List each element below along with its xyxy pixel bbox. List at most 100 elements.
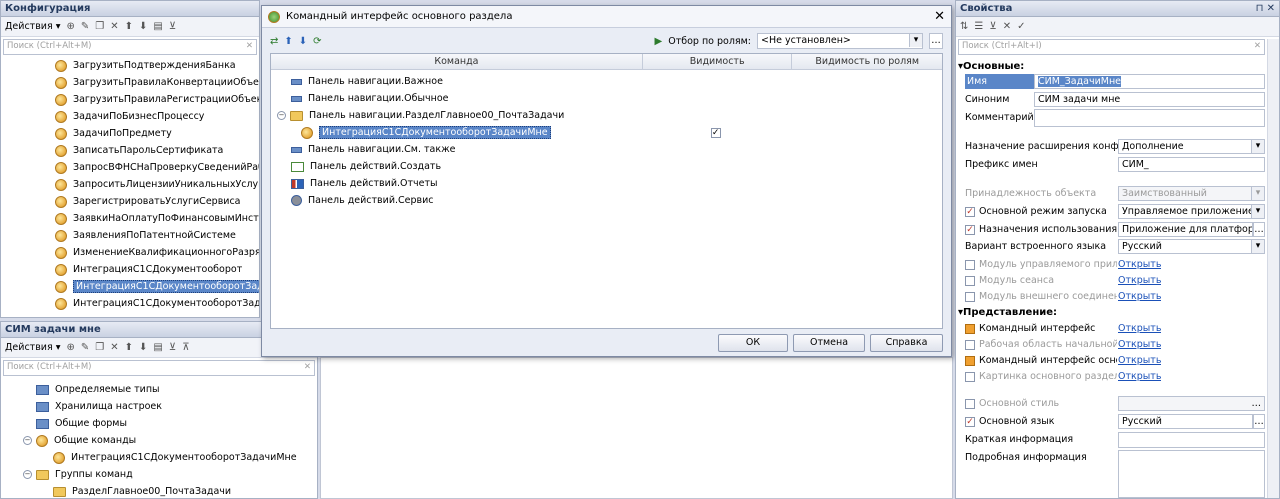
table-row[interactable]: ИнтеграцияС1СДокументооборотЗадачиМне ✓ bbox=[271, 124, 942, 141]
table-row[interactable]: Панель навигации.См. также bbox=[271, 141, 942, 158]
main-lang-field[interactable]: Русский bbox=[1118, 414, 1253, 429]
copy-icon[interactable]: ❐ bbox=[95, 21, 104, 32]
add-icon[interactable]: ⊕ bbox=[66, 21, 74, 32]
collapse-icon[interactable]: − bbox=[277, 111, 286, 120]
visibility-checkbox[interactable]: ✓ bbox=[710, 128, 721, 138]
picture-checkbox[interactable] bbox=[965, 371, 975, 382]
clear-icon[interactable]: ✕ bbox=[1254, 41, 1261, 53]
config-tree-item[interactable]: ЗапросВФНСНаПроверкуСведенийРабот bbox=[55, 159, 259, 176]
move-up-icon[interactable]: ⬆ bbox=[284, 36, 292, 47]
mode-select[interactable]: Управляемое приложение bbox=[1118, 204, 1265, 219]
config-tree-item[interactable]: ИнтеграцияС1СДокументооборот bbox=[55, 261, 259, 278]
run-icon[interactable]: ▶ bbox=[655, 36, 663, 47]
sim-tree-item[interactable]: Определяемые типы bbox=[23, 381, 317, 398]
move-up-icon[interactable]: ⬆ bbox=[125, 342, 133, 353]
section-view[interactable]: ▾ Представление: bbox=[958, 305, 1057, 320]
edit-icon[interactable]: ✎ bbox=[81, 342, 89, 353]
work-area-checkbox[interactable] bbox=[965, 339, 975, 350]
lang-variant-select[interactable]: Русский bbox=[1118, 239, 1265, 254]
move-down-icon[interactable]: ⬇ bbox=[139, 342, 147, 353]
config-tree-item[interactable]: ЗапроситьЛицензииУникальныхУслуг bbox=[55, 176, 259, 193]
sort-alpha-icon[interactable]: ⇅ bbox=[960, 21, 968, 32]
filter-icon[interactable]: ⊻ bbox=[989, 21, 996, 32]
apply-icon[interactable]: ✓ bbox=[1017, 21, 1025, 32]
collapse-icon[interactable]: − bbox=[23, 470, 32, 479]
use-checkbox[interactable]: ✓ bbox=[965, 224, 975, 235]
sim-search-input[interactable]: Поиск (Ctrl+Alt+M) ✕ bbox=[3, 360, 315, 376]
work-area-open-link[interactable]: Открыть bbox=[1118, 337, 1161, 352]
delete-icon[interactable]: ✕ bbox=[110, 342, 118, 353]
mode-checkbox[interactable]: ✓ bbox=[965, 206, 975, 217]
module-session-open-link[interactable]: Открыть bbox=[1118, 273, 1161, 288]
comment-field[interactable] bbox=[1034, 109, 1265, 127]
copy-icon[interactable]: ❐ bbox=[95, 342, 104, 353]
collapse-icon[interactable]: − bbox=[23, 436, 32, 445]
config-search-input[interactable]: Поиск (Ctrl+Alt+M) ✕ bbox=[3, 39, 257, 55]
sim-tree-item[interactable]: Общие формы bbox=[23, 415, 317, 432]
config-tree-item[interactable]: ИнтеграцияС1СДокументооборотЗадачи bbox=[55, 278, 259, 295]
config-tree-item[interactable]: ЗадачиПоБизнесПроцессу bbox=[55, 108, 259, 125]
module-session-checkbox[interactable] bbox=[965, 275, 975, 286]
edit-icon[interactable]: ✎ bbox=[81, 21, 89, 32]
config-tree-item[interactable]: ЗагрузитьПравилаРегистрацииОбъектов bbox=[55, 91, 259, 108]
cancel-button[interactable]: Отмена bbox=[793, 334, 865, 352]
sim-tree-item[interactable]: − Общие команды bbox=[23, 432, 317, 449]
table-row[interactable]: Панель действий.Создать bbox=[271, 158, 942, 175]
config-tree-item[interactable]: ЗагрузитьПодтвержденияБанка bbox=[55, 57, 259, 74]
config-tree-item[interactable]: ИнтеграцияС1СДокументооборотЗадачи bbox=[55, 295, 259, 312]
actions-menu[interactable]: Действия ▾ bbox=[5, 21, 60, 32]
column-visibility[interactable]: Видимость bbox=[643, 54, 793, 69]
name-field[interactable]: СИМ_ЗадачиМне bbox=[1034, 74, 1265, 89]
sim-tree-item[interactable]: Хранилища настроек bbox=[23, 398, 317, 415]
section-basic[interactable]: ▾ Основные: bbox=[958, 59, 1024, 74]
close-icon[interactable]: ✕ bbox=[934, 9, 945, 24]
module-external-open-link[interactable]: Открыть bbox=[1118, 289, 1161, 304]
properties-scrollbar[interactable] bbox=[1267, 39, 1279, 498]
table-row[interactable]: Панель навигации.Обычное bbox=[271, 90, 942, 107]
style-field[interactable]: … bbox=[1118, 396, 1265, 411]
config-tree-item[interactable]: ЗагрузитьПравилаКонвертацииОбъектов bbox=[55, 74, 259, 91]
config-tree-item[interactable]: ИзменениеКвалификационногоРазрядаЕ bbox=[55, 244, 259, 261]
config-tree-item[interactable]: ЗарегистрироватьУслугиСервиса bbox=[55, 193, 259, 210]
ci-main-open-link[interactable]: Открыть bbox=[1118, 353, 1161, 368]
config-tree-item[interactable]: ЗаявкиНаОплатуПоФинансовымИнстру bbox=[55, 210, 259, 227]
move-up-icon[interactable]: ⬆ bbox=[125, 21, 133, 32]
sort-icon[interactable]: ▤ bbox=[153, 21, 162, 32]
categorized-icon[interactable]: ☰ bbox=[974, 21, 983, 32]
pin-icon[interactable]: ⊓ ✕ bbox=[1256, 3, 1275, 14]
move-down-icon[interactable]: ⬇ bbox=[139, 21, 147, 32]
sort-icon[interactable]: ▤ bbox=[153, 342, 162, 353]
filter-icon[interactable]: ⊻ bbox=[169, 342, 176, 353]
sim-actions-menu[interactable]: Действия ▾ bbox=[5, 342, 60, 353]
sim-tree-item[interactable]: ИнтеграцияС1СДокументооборотЗадачиМне bbox=[23, 449, 317, 466]
table-row[interactable]: Панель действий.Сервис bbox=[271, 192, 942, 209]
table-row[interactable]: Панель навигации.Важное bbox=[271, 73, 942, 90]
table-row[interactable]: Панель действий.Отчеты bbox=[271, 175, 942, 192]
table-row[interactable]: − Панель навигации.РазделГлавное00_ПочтаЗ… bbox=[271, 107, 942, 124]
full-info-field[interactable] bbox=[1118, 450, 1265, 498]
move-down-icon[interactable]: ⬇ bbox=[299, 36, 307, 47]
use-more-button[interactable]: … bbox=[1253, 222, 1265, 237]
config-tree-item[interactable]: ЗадачиПоПредмету bbox=[55, 125, 259, 142]
config-tree-item[interactable]: ЗаписатьПарольСертификата bbox=[55, 142, 259, 159]
ok-button[interactable]: ОК bbox=[718, 334, 788, 352]
clear-icon[interactable]: ✕ bbox=[246, 41, 253, 53]
picture-open-link[interactable]: Открыть bbox=[1118, 369, 1161, 384]
clear-icon[interactable]: ✕ bbox=[304, 362, 311, 374]
column-role-visibility[interactable]: Видимость по ролям bbox=[792, 54, 942, 69]
add-icon[interactable]: ⊕ bbox=[66, 342, 74, 353]
short-info-field[interactable] bbox=[1118, 432, 1265, 448]
main-lang-checkbox[interactable]: ✓ bbox=[965, 416, 975, 427]
sim-tree-item[interactable]: − Группы команд bbox=[23, 466, 317, 483]
filter-icon[interactable]: ⊻ bbox=[169, 21, 176, 32]
main-lang-more-button[interactable]: … bbox=[1253, 414, 1265, 429]
prefix-field[interactable]: СИМ_ bbox=[1118, 157, 1265, 172]
use-field[interactable]: Приложение для платформы bbox=[1118, 222, 1253, 237]
config-tree-item[interactable]: ЗаявленияПоПатентнойСистеме bbox=[55, 227, 259, 244]
role-filter-more-button[interactable]: … bbox=[929, 33, 943, 49]
synonym-field[interactable]: СИМ задачи мне bbox=[1034, 92, 1265, 107]
filter-clear-icon[interactable]: ⊼ bbox=[182, 342, 189, 353]
properties-search-input[interactable]: Поиск (Ctrl+Alt+I) ✕ bbox=[958, 39, 1265, 55]
refresh-icon[interactable]: ⟳ bbox=[313, 36, 321, 47]
delete-icon[interactable]: ✕ bbox=[110, 21, 118, 32]
